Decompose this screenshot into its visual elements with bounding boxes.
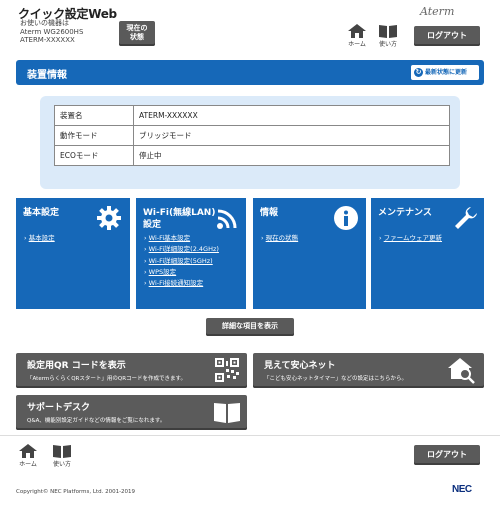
info-icon [334,206,358,230]
gear-icon [97,206,121,230]
link-wifi-5ghz[interactable]: Wi-Fi詳細設定(5GHz) [144,256,219,267]
link-basic-settings[interactable]: 基本設定 [24,233,55,244]
refresh-button[interactable]: ↻ 最新状態に更新 [411,65,479,80]
copyright: Copyright© NEC Platforms, Ltd. 2001-2019 [16,489,136,495]
manual-nav[interactable]: 使い方 [375,24,401,48]
qr-code-icon [215,358,239,382]
table-key: ECOモード [54,145,134,166]
table-row: ECOモード 停止中 [54,145,450,166]
device-info-panel: 装置名 ATERM-XXXXXX 動作モード ブリッジモード ECOモード 停止… [40,96,460,189]
card-title-line: 設定 [143,220,162,230]
home-label: ホーム [19,461,37,468]
safety-net-card[interactable]: 見えて安心ネット 「こども安心ネットタイマー」などの設定はこちらから。 [253,353,484,388]
table-key: 動作モード [54,125,134,146]
card-description: 「AtermらくらくQRスタート」用のQRコードを作成できます。 [27,376,186,382]
nec-logo: NEC [452,484,472,495]
current-status-button[interactable]: 現在の 状態 [119,21,155,46]
basic-settings-card: 基本設定 基本設定 [16,198,130,309]
info-card: 情報 現在の状態 [253,198,366,309]
qr-code-card[interactable]: 設定用QR コードを表示 「AtermらくらくQRスタート」用のQRコードを作成… [16,353,247,388]
link-wifi-basic[interactable]: Wi-Fi基本設定 [144,233,219,244]
logout-button[interactable]: ログアウト [414,26,480,46]
manual-label: 使い方 [378,41,397,48]
book-icon [214,403,240,423]
wrench-icon [455,207,477,229]
link-current-status[interactable]: 現在の状態 [261,233,299,244]
table-key: 装置名 [54,105,134,126]
device-name: ATERM-XXXXXX [20,36,75,44]
home-icon [348,24,366,38]
card-title-line: Wi-Fi(無線LAN) [143,208,216,218]
card-title: 基本設定 [23,208,60,218]
footer-home-nav[interactable]: ホーム [15,444,41,468]
card-description: Q&A、機能別設定ガイドなどの情報をご覧になれます。 [27,418,166,424]
aterm-logo: Aterm [420,5,455,18]
manual-label: 使い方 [52,461,71,468]
book-icon [379,25,397,38]
footer-manual-nav[interactable]: 使い方 [49,444,75,468]
card-links: 現在の状態 [261,233,299,244]
card-title: 設定用QR コードを表示 [27,361,126,371]
table-value: ATERM-XXXXXX [133,105,450,126]
link-firmware-update[interactable]: ファームウェア更新 [379,233,442,244]
table-value: 停止中 [133,145,450,166]
table-row: 装置名 ATERM-XXXXXX [54,105,450,126]
show-details-button[interactable]: 詳細な項目を表示 [206,318,294,336]
device-label: お使いの機器は [20,19,69,27]
refresh-label: 最新状態に更新 [425,69,468,76]
link-wifi-notify[interactable]: Wi-Fi接続通知設定 [144,278,219,289]
footer-logout-button[interactable]: ログアウト [414,445,480,465]
wifi-icon [217,209,237,229]
device-model: Aterm WG2600HS [20,27,84,36]
table-row: 動作モード ブリッジモード [54,125,450,146]
section-title: 装置情報 [27,70,67,81]
maintenance-card: メンテナンス ファームウェア更新 [371,198,484,309]
link-wifi-24ghz[interactable]: Wi-Fi詳細設定(2.4GHz) [144,244,219,255]
header: クイック設定Web お使いの機器は Aterm WG2600HS ATERM-X… [0,0,500,56]
refresh-icon: ↻ [414,68,423,77]
device-info: お使いの機器は Aterm WG2600HS ATERM-XXXXXX [20,19,83,45]
card-description: 「こども安心ネットタイマー」などの設定はこちらから。 [264,376,408,382]
card-title: メンテナンス [378,208,432,218]
wifi-settings-card: Wi-Fi(無線LAN) 設定 Wi-Fi基本設定 Wi-Fi詳細設定(2.4G… [136,198,246,309]
house-search-icon [448,358,475,384]
book-icon [53,445,71,458]
card-links: Wi-Fi基本設定 Wi-Fi詳細設定(2.4GHz) Wi-Fi詳細設定(5G… [144,233,219,289]
home-icon [19,444,37,458]
card-title: サポートデスク [27,403,91,413]
home-label: ホーム [348,41,366,48]
table-value: ブリッジモード [133,125,450,146]
card-links: 基本設定 [24,233,55,244]
footer-divider [0,435,500,436]
device-info-table: 装置名 ATERM-XXXXXX 動作モード ブリッジモード ECOモード 停止… [54,105,450,166]
support-desk-card[interactable]: サポートデスク Q&A、機能別設定ガイドなどの情報をご覧になれます。 [16,395,247,430]
link-wps[interactable]: WPS設定 [144,267,219,278]
card-title: Wi-Fi(無線LAN) 設定 [143,207,215,231]
card-title: 情報 [260,208,279,218]
card-title: 見えて安心ネット [264,361,336,371]
home-nav[interactable]: ホーム [344,24,370,48]
device-info-section-bar: 装置情報 ↻ 最新状態に更新 [16,60,484,85]
card-links: ファームウェア更新 [379,233,442,244]
